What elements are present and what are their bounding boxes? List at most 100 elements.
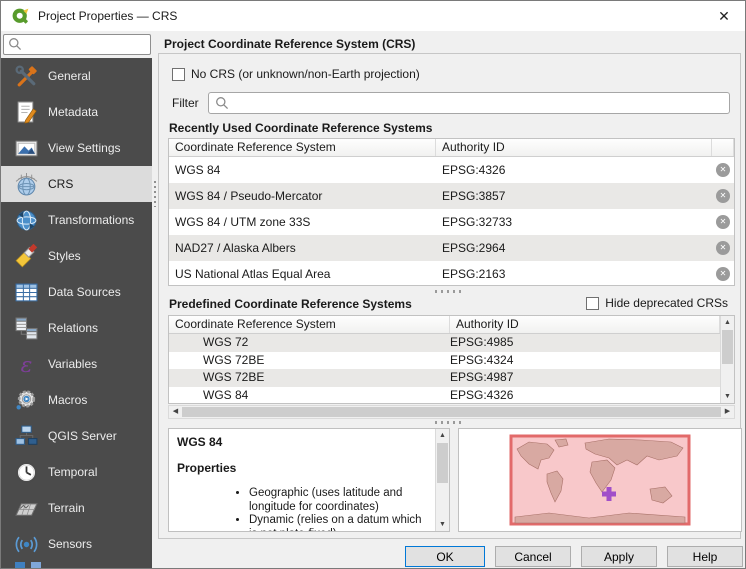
ok-button[interactable]: OK xyxy=(405,546,485,567)
column-header-crs[interactable]: Coordinate Reference System xyxy=(169,316,450,333)
column-header-authority[interactable]: Authority ID xyxy=(450,316,720,333)
remove-crs-icon[interactable]: ✕ xyxy=(716,189,730,203)
crs-property-item: Dynamic (relies on a datum which is not … xyxy=(249,514,433,532)
qgis-server-icon xyxy=(14,424,39,449)
recent-crs-row[interactable]: WGS 84 / Pseudo-Mercator EPSG:3857 ✕ xyxy=(169,183,734,209)
remove-crs-icon[interactable]: ✕ xyxy=(716,163,730,177)
crs-properties-title: Properties xyxy=(177,461,433,475)
recent-crs-row[interactable]: NAD27 / Alaska Albers EPSG:2964 ✕ xyxy=(169,235,734,261)
terrain-icon xyxy=(14,496,39,521)
predefined-crs-title: Predefined Coordinate Reference Systems xyxy=(169,297,412,311)
predefined-crs-row[interactable]: WGS 84 EPSG:4326 xyxy=(169,387,734,405)
column-header-authority[interactable]: Authority ID xyxy=(436,139,712,156)
filter-row: Filter xyxy=(172,92,730,114)
sidebar-item-crs[interactable]: CRS xyxy=(1,166,152,202)
scrollbar-thumb[interactable] xyxy=(182,407,721,417)
view-settings-icon xyxy=(14,136,39,161)
sidebar-item-styles[interactable]: Styles xyxy=(1,238,152,274)
sidebar-item-general[interactable]: General xyxy=(1,58,152,94)
sidebar-item-data-sources[interactable]: Data Sources xyxy=(1,274,152,310)
metadata-icon xyxy=(14,100,39,125)
vertical-scrollbar[interactable]: ▲ ▼ xyxy=(435,429,449,531)
no-crs-checkbox[interactable] xyxy=(172,68,185,81)
predefined-crs-row[interactable]: WGS 72 EPSG:4985 xyxy=(169,334,734,352)
predefined-crs-row[interactable]: WGS 72BE EPSG:4324 xyxy=(169,352,734,370)
recent-crs-row[interactable]: WGS 84 / UTM zone 33S EPSG:32733 ✕ xyxy=(169,209,734,235)
crs-details-panel: WGS 84 Properties Geographic (uses latit… xyxy=(168,428,450,532)
sidebar-item-terrain[interactable]: Terrain xyxy=(1,490,152,526)
column-header-crs[interactable]: Coordinate Reference System xyxy=(169,139,436,156)
qgis-logo-icon xyxy=(11,7,30,26)
splitter-handle[interactable] xyxy=(435,290,465,293)
scrollbar-thumb[interactable] xyxy=(722,330,733,364)
crs-group-title: Project Coordinate Reference System (CRS… xyxy=(164,37,415,51)
variables-icon xyxy=(14,352,39,377)
window-title: Project Properties — CRS xyxy=(38,9,177,23)
styles-icon xyxy=(14,244,39,269)
scroll-left-icon[interactable]: ◀ xyxy=(169,406,182,418)
remove-crs-icon[interactable]: ✕ xyxy=(716,215,730,229)
crs-filter-input[interactable] xyxy=(208,92,730,114)
crs-name: WGS 84 xyxy=(177,435,433,449)
sidebar-item-view-settings[interactable]: View Settings xyxy=(1,130,152,166)
sidebar-search-input[interactable] xyxy=(3,34,151,55)
recent-crs-row[interactable]: WGS 84 EPSG:4326 ✕ xyxy=(169,157,734,183)
column-header-remove xyxy=(712,139,734,156)
cancel-button[interactable]: Cancel xyxy=(495,546,571,567)
general-icon xyxy=(14,64,39,89)
predefined-crs-table: Coordinate Reference System Authority ID… xyxy=(168,315,735,404)
recent-crs-title: Recently Used Coordinate Reference Syste… xyxy=(169,121,432,135)
no-crs-row: No CRS (or unknown/non-Earth projection) xyxy=(172,67,420,81)
scroll-down-icon[interactable]: ▼ xyxy=(721,390,734,403)
search-icon xyxy=(8,37,22,51)
sidebar-item-relations[interactable]: Relations xyxy=(1,310,152,346)
splitter-handle[interactable] xyxy=(435,421,465,424)
crs-group-frame: No CRS (or unknown/non-Earth projection)… xyxy=(158,53,741,539)
crs-property-item: Geographic (uses latitude and longitude … xyxy=(249,487,433,514)
temporal-icon xyxy=(14,460,39,485)
recent-crs-row[interactable]: US National Atlas Equal Area EPSG:2163 ✕ xyxy=(169,261,734,286)
scroll-down-icon[interactable]: ▼ xyxy=(436,518,449,531)
world-map-preview xyxy=(509,434,691,526)
sensors-icon xyxy=(14,532,39,557)
sidebar-item-macros[interactable]: Macros xyxy=(1,382,152,418)
scroll-up-icon[interactable]: ▲ xyxy=(436,429,449,442)
search-icon xyxy=(215,96,229,110)
scroll-up-icon[interactable]: ▲ xyxy=(721,316,734,329)
help-button[interactable]: Help xyxy=(667,546,743,567)
sidebar-item-metadata[interactable]: Metadata xyxy=(1,94,152,130)
data-sources-icon xyxy=(14,280,39,305)
predefined-table-header: Coordinate Reference System Authority ID xyxy=(169,316,720,334)
sidebar-item-temporal[interactable]: Temporal xyxy=(1,454,152,490)
close-icon[interactable]: ✕ xyxy=(713,8,735,25)
recent-crs-table: Coordinate Reference System Authority ID… xyxy=(168,138,735,286)
crs-icon xyxy=(14,172,39,197)
filter-label: Filter xyxy=(172,96,199,110)
predefined-crs-row[interactable]: WGS 72BE EPSG:4987 xyxy=(169,369,734,387)
vertical-scrollbar[interactable]: ▲ ▼ xyxy=(720,316,734,403)
sidebar-search xyxy=(3,34,151,55)
crs-extent-preview xyxy=(458,428,742,532)
project-properties-dialog: Project Properties — CRS ✕ General Metad… xyxy=(0,0,746,569)
remove-crs-icon[interactable]: ✕ xyxy=(716,267,730,281)
relations-icon xyxy=(14,316,39,341)
hide-deprecated-label: Hide deprecated CRSs xyxy=(605,296,728,310)
sidebar-item-qgis-server[interactable]: QGIS Server xyxy=(1,418,152,454)
remove-crs-icon[interactable]: ✕ xyxy=(716,241,730,255)
no-crs-label: No CRS (or unknown/non-Earth projection) xyxy=(191,67,420,81)
scrollbar-thumb[interactable] xyxy=(437,443,448,483)
sidebar-item-sensors[interactable]: Sensors xyxy=(1,526,152,562)
transformations-icon xyxy=(14,208,39,233)
scroll-right-icon[interactable]: ▶ xyxy=(721,406,734,418)
hide-deprecated-checkbox[interactable] xyxy=(586,297,599,310)
hide-deprecated-row: Hide deprecated CRSs xyxy=(586,296,728,310)
recent-table-header: Coordinate Reference System Authority ID xyxy=(169,139,734,157)
title-bar[interactable]: Project Properties — CRS ✕ xyxy=(1,1,745,31)
sidebar-item-transformations[interactable]: Transformations xyxy=(1,202,152,238)
sidebar-item-clipped xyxy=(15,562,51,568)
sidebar-item-variables[interactable]: Variables xyxy=(1,346,152,382)
apply-button[interactable]: Apply xyxy=(581,546,657,567)
horizontal-scrollbar[interactable]: ◀ ▶ xyxy=(168,405,735,419)
sidebar-nav: General Metadata View Settings CRS Trans… xyxy=(1,58,152,568)
macros-icon xyxy=(14,388,39,413)
